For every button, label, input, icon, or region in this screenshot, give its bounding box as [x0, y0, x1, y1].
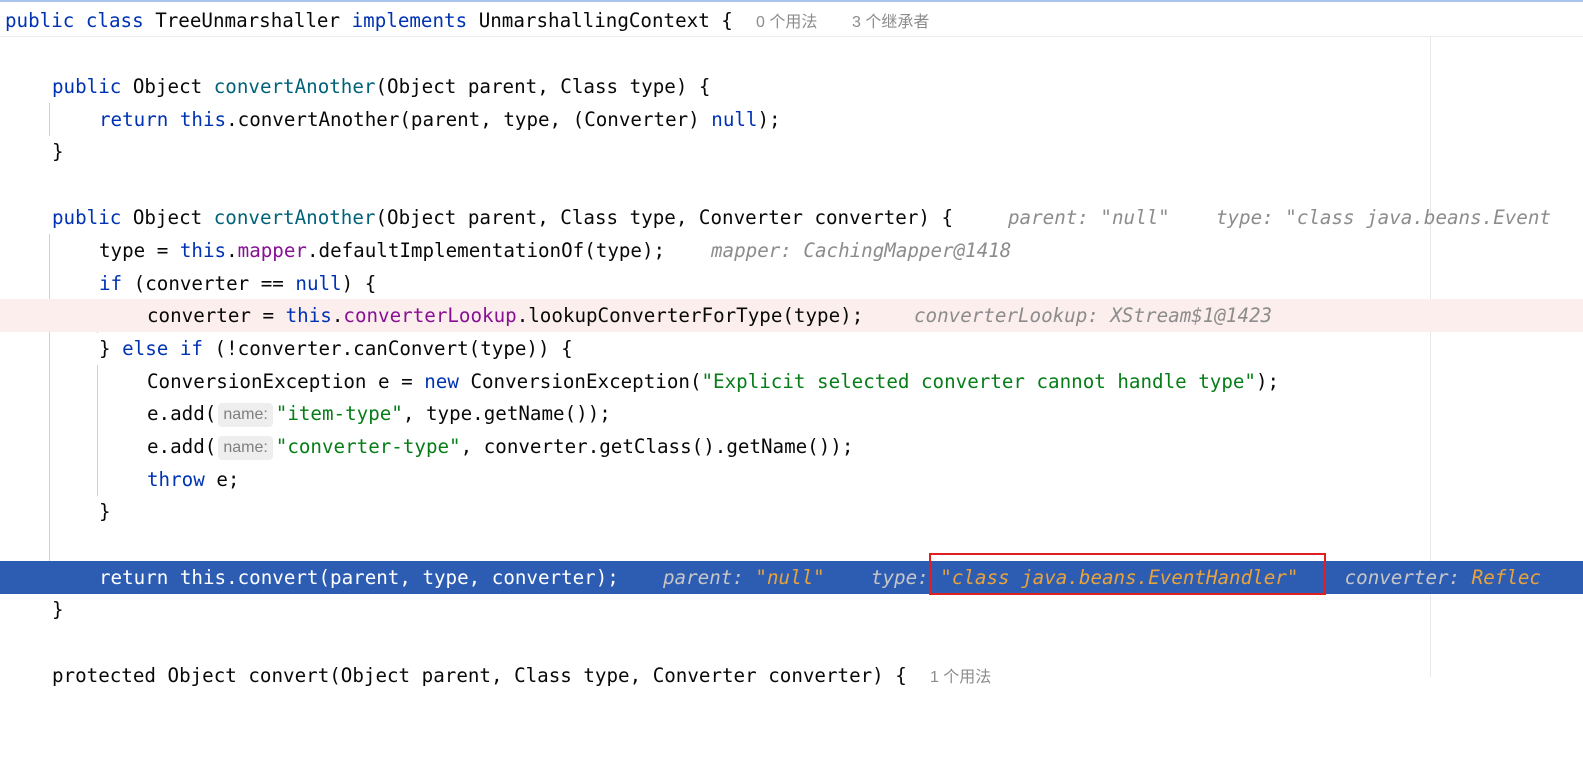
inline-key: type: [1215, 206, 1286, 229]
code-text: ); [757, 108, 781, 131]
code-line[interactable]: protected Object convert(Object parent, … [0, 659, 1583, 692]
inline-key: parent: [1008, 206, 1101, 229]
inline-debug-values: parent: "null" type: "class java.beans.E… [1008, 201, 1551, 234]
keyword: return [99, 108, 169, 131]
code-text: . [331, 304, 344, 327]
code-text: (!converter.canConvert(type)) { [202, 337, 573, 360]
code-line[interactable]: public Object convertAnother(Object pare… [0, 70, 1583, 103]
keyword: this [179, 239, 227, 262]
code-text: } [99, 500, 111, 523]
code-text: e; [204, 468, 240, 491]
code-text: type = [99, 239, 180, 262]
method-name: convertAnother [213, 75, 376, 98]
keyword: throw [147, 468, 205, 491]
code-text: } [52, 598, 64, 621]
code-line[interactable]: if (converter == null) { [0, 267, 1583, 300]
class-declaration-line[interactable]: public class TreeUnmarshaller implements… [0, 4, 1583, 37]
inline-debug-value: converterLookup: XStream$1@1423 [914, 304, 1273, 327]
code-text: } [99, 337, 123, 360]
inline-key: converter: [1344, 566, 1472, 589]
keyword: public [5, 9, 75, 32]
keyword: if [99, 272, 123, 295]
inline-value: "null" [1100, 206, 1170, 229]
code-line[interactable]: } [0, 135, 1583, 168]
parameter-name-hint: name: [218, 402, 273, 427]
string-literal: "Explicit selected converter cannot hand… [701, 370, 1257, 393]
code-text: } [52, 140, 64, 163]
code-text: Object [121, 206, 214, 229]
code-line[interactable]: type = this.mapper.defaultImplementation… [0, 234, 1583, 267]
keyword: this [285, 304, 332, 327]
code-text: .defaultImplementationOf(type); [306, 239, 666, 262]
code-text: . [226, 239, 238, 262]
inline-debug-value: mapper: CachingMapper@1418 [711, 239, 1012, 262]
code-text: ); [1256, 370, 1280, 393]
inline-value: "null" [755, 566, 825, 589]
code-text: protected Object convert(Object parent, … [52, 664, 907, 687]
code-line[interactable]: return this.convertAnother(parent, type,… [0, 103, 1583, 136]
code-text: .lookupConverterForType(type); [516, 304, 864, 327]
keyword: new [424, 370, 459, 393]
inline-key: parent: [663, 566, 756, 589]
keyword: else if [122, 337, 203, 360]
brace: { [709, 9, 733, 32]
keyword: null [295, 272, 342, 295]
method-name: convertAnother [213, 206, 376, 229]
code-text: Object [121, 75, 214, 98]
keyword: this [179, 108, 227, 131]
code-text: .convertAnother(parent, type, (Converter… [226, 108, 712, 131]
code-text: , converter.getClass().getName()); [460, 435, 854, 458]
code-text: e.add( [147, 435, 217, 458]
keyword: null [711, 108, 758, 131]
code-line[interactable]: } [0, 593, 1583, 626]
code-text: return this.convert(parent, type, conver… [99, 566, 619, 589]
class-name: TreeUnmarshaller [155, 9, 341, 32]
interface-name: UnmarshallingContext [478, 9, 710, 32]
code-line[interactable]: throw e; [0, 463, 1583, 496]
sticky-class-header[interactable]: public class TreeUnmarshaller implements… [0, 0, 1583, 37]
inline-value: Reflec [1471, 566, 1541, 589]
field-name: mapper [237, 239, 307, 262]
code-line[interactable]: e.add(name: "converter-type", converter.g… [0, 430, 1583, 463]
field-name: converterLookup [343, 304, 517, 327]
keyword: implements [351, 9, 468, 32]
code-text: (Object parent, Class type, Converter co… [375, 206, 954, 229]
annotation-highlight-box [929, 553, 1326, 595]
parameter-name-hint: name: [218, 435, 273, 460]
code-text: , type.getName()); [402, 402, 611, 425]
keyword: public [52, 206, 122, 229]
code-line[interactable]: ConversionException e = new ConversionEx… [0, 365, 1583, 398]
code-editor[interactable]: public class TreeUnmarshaller implements… [0, 0, 1583, 687]
breakpoint-line[interactable]: converter = this.converterLookup.lookupC… [0, 299, 1583, 332]
string-literal: "converter-type" [275, 435, 461, 458]
code-line[interactable]: e.add(name: "item-type", type.getName()); [0, 397, 1583, 430]
code-text: ) { [341, 272, 377, 295]
code-text: e.add( [147, 402, 217, 425]
code-text: (converter == [122, 272, 296, 295]
code-text: ConversionException( [458, 370, 702, 393]
keyword: public [52, 75, 122, 98]
inline-value: "class java.beans.Event [1285, 206, 1551, 229]
string-literal: "item-type" [275, 402, 403, 425]
inheritors-link[interactable]: 3 个继承者 [852, 14, 929, 31]
keyword: class [85, 9, 144, 32]
code-line[interactable]: } else if (!converter.canConvert(type)) … [0, 332, 1583, 365]
code-line[interactable]: } [0, 495, 1583, 528]
usages-link[interactable]: 0 个用法 [756, 14, 817, 31]
code-text: converter = [147, 304, 286, 327]
usages-link[interactable]: 1 个用法 [930, 669, 991, 686]
code-text: (Object parent, Class type) { [375, 75, 711, 98]
code-text: ConversionException e = [147, 370, 425, 393]
code-line[interactable]: public Object convertAnother(Object pare… [0, 201, 1583, 234]
current-execution-line[interactable]: return this.convert(parent, type, conver… [0, 561, 1583, 594]
